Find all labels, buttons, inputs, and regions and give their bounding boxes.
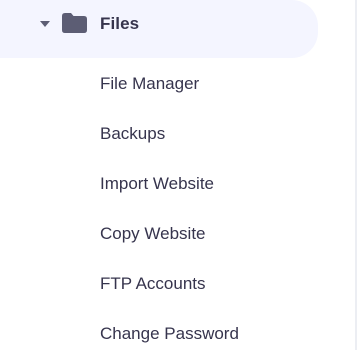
files-section-header[interactable]: Files bbox=[0, 0, 318, 58]
submenu-item-ftp-accounts[interactable]: FTP Accounts bbox=[100, 272, 206, 296]
submenu-item-file-manager[interactable]: File Manager bbox=[100, 72, 199, 96]
submenu-item-backups[interactable]: Backups bbox=[100, 122, 165, 146]
submenu-item-import-website[interactable]: Import Website bbox=[100, 172, 214, 196]
folder-icon bbox=[62, 13, 87, 33]
submenu-item-copy-website[interactable]: Copy Website bbox=[100, 222, 206, 246]
chevron-down-icon bbox=[40, 21, 50, 27]
submenu-item-change-password[interactable]: Change Password bbox=[100, 322, 239, 346]
section-title: Files bbox=[100, 14, 140, 33]
